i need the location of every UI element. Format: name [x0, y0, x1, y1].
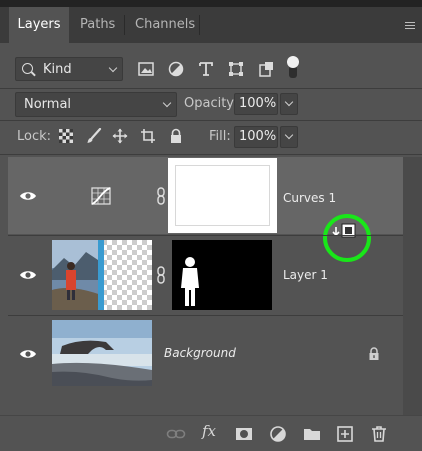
visibility-eye-icon[interactable] — [19, 190, 37, 202]
smart-object-filter-icon[interactable] — [256, 59, 276, 79]
opacity-slider-button[interactable] — [280, 93, 298, 115]
divider — [0, 154, 422, 155]
layer-mask-thumbnail[interactable] — [172, 240, 272, 310]
panel-bottom-toolbar: fx — [0, 415, 422, 451]
tab-channels[interactable]: Channels — [135, 7, 195, 43]
visibility-eye-icon[interactable] — [19, 348, 37, 360]
layer-name[interactable]: Curves 1 — [283, 191, 336, 205]
filter-toggle-switch[interactable] — [287, 56, 299, 78]
filter-kind-label: Kind — [43, 62, 72, 77]
divider — [0, 88, 422, 89]
lock-icon[interactable] — [368, 347, 380, 361]
shape-layer-filter-icon[interactable] — [226, 59, 246, 79]
fill-label: Fill: — [209, 129, 231, 144]
lock-all-icon[interactable] — [168, 128, 184, 144]
layer-thumbnail[interactable] — [52, 320, 152, 386]
mask-link-icon[interactable] — [157, 187, 165, 205]
visibility-eye-icon[interactable] — [19, 269, 37, 281]
tab-paths[interactable]: Paths — [80, 7, 124, 43]
search-icon — [22, 63, 33, 74]
type-layer-filter-icon[interactable] — [196, 59, 216, 79]
add-mask-icon[interactable] — [234, 424, 254, 444]
adjustment-layer-filter-icon[interactable] — [166, 59, 186, 79]
panel-menu-icon[interactable] — [405, 22, 415, 30]
layer-row-background[interactable]: Background — [8, 316, 403, 392]
new-group-folder-icon[interactable] — [302, 424, 322, 444]
new-adjustment-layer-icon[interactable] — [268, 424, 288, 444]
lock-position-move-icon[interactable] — [112, 128, 128, 144]
panel-tab-bar: Layers Paths Channels — [0, 7, 422, 43]
tab-layers[interactable]: Layers — [9, 7, 69, 43]
lock-transparent-pixels-icon[interactable] — [58, 128, 74, 144]
lock-image-pixels-brush-icon[interactable] — [86, 128, 102, 144]
curves-adjustment-icon — [91, 187, 111, 205]
blend-mode-select[interactable]: Normal — [15, 92, 177, 117]
layer-name[interactable]: Layer 1 — [283, 268, 328, 282]
chevron-down-icon — [162, 98, 172, 108]
lock-artboard-crop-icon[interactable] — [140, 128, 156, 144]
mask-link-icon[interactable] — [157, 266, 165, 284]
lock-label: Lock: — [17, 129, 52, 144]
filter-kind-select[interactable]: Kind — [15, 57, 123, 81]
fill-input[interactable]: 100% — [234, 126, 278, 148]
tab-divider — [124, 15, 125, 35]
pixel-layer-filter-icon[interactable] — [136, 59, 156, 79]
link-layers-icon[interactable] — [166, 424, 186, 444]
chevron-down-icon — [284, 130, 294, 140]
chevron-down-icon — [284, 97, 294, 107]
layer-thumbnail[interactable] — [52, 240, 152, 310]
opacity-input[interactable]: 100% — [234, 93, 278, 115]
panel-top-strip — [0, 0, 422, 7]
fill-slider-button[interactable] — [280, 126, 298, 148]
layer-name[interactable]: Background — [164, 346, 236, 360]
divider — [0, 120, 422, 121]
delete-layer-trash-icon[interactable] — [369, 424, 389, 444]
opacity-label: Opacity: — [184, 96, 238, 111]
chevron-down-icon — [108, 63, 118, 73]
tab-divider — [199, 15, 200, 35]
layer-row-layer-1[interactable]: Layer 1 — [8, 236, 403, 314]
layer-style-fx-icon[interactable]: fx — [202, 422, 216, 440]
scrollbar-track[interactable] — [403, 157, 422, 415]
layer-mask-thumbnail[interactable] — [170, 160, 275, 231]
layers-panel: Layers Paths Channels Kind Normal Opacit… — [0, 0, 422, 451]
new-layer-icon[interactable] — [335, 424, 355, 444]
layer-row-curves-1[interactable]: Curves 1 — [8, 157, 403, 262]
